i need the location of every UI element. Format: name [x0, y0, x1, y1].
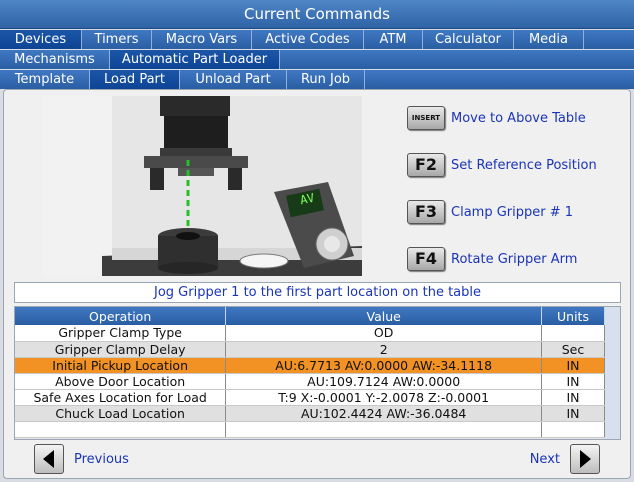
arrow-left-icon[interactable] [34, 444, 64, 474]
table-row[interactable]: Chuck Load Location AU:102.4424 AW:-36.0… [15, 405, 605, 422]
tab-filler [584, 30, 634, 49]
tab-media[interactable]: Media [514, 30, 584, 49]
previous-label[interactable]: Previous [74, 452, 129, 467]
operation-cell [15, 421, 227, 438]
value-cell[interactable]: AU:102.4424 AW:-36.0484 [225, 405, 543, 422]
tab-template[interactable]: Template [0, 70, 90, 89]
operation-cell: Initial Pickup Location [15, 357, 227, 374]
value-cell[interactable]: OD [225, 325, 543, 342]
tab-filler [280, 50, 634, 69]
units-cell: IN [541, 405, 605, 422]
next-button[interactable]: Next [530, 444, 600, 474]
tab-row-part-loader: Template Load Part Unload Part Run Job [0, 70, 634, 89]
tab-macro-vars[interactable]: Macro Vars [152, 30, 252, 49]
value-cell[interactable]: T:9 X:-0.0001 Y:-2.0078 Z:-0.0001 [225, 389, 543, 406]
units-cell: IN [541, 389, 605, 406]
units-cell [541, 421, 605, 438]
operation-cell: Chuck Load Location [15, 405, 227, 422]
table-row[interactable]: Gripper Clamp Delay 2 Sec [15, 341, 605, 358]
table-row[interactable]: Above Door Location AU:109.7124 AW:0.000… [15, 373, 605, 390]
f4-key-button[interactable]: F4 [407, 247, 445, 271]
tab-mechanisms[interactable]: Mechanisms [0, 50, 110, 69]
instruction-text: Jog Gripper 1 to the first part location… [14, 282, 621, 303]
units-cell: IN [541, 357, 605, 374]
table-row-selected[interactable]: Initial Pickup Location AU:6.7713 AV:0.0… [15, 357, 605, 374]
command-label[interactable]: Clamp Gripper # 1 [451, 205, 573, 220]
tab-active-codes[interactable]: Active Codes [252, 30, 364, 49]
units-cell [541, 325, 605, 342]
tab-load-part[interactable]: Load Part [90, 70, 180, 89]
command-label[interactable]: Move to Above Table [451, 111, 586, 126]
command-rotate-gripper-arm[interactable]: F4 Rotate Gripper Arm [407, 247, 577, 271]
column-header-units: Units [541, 307, 605, 325]
column-header-operation: Operation [15, 307, 227, 325]
window-title: Current Commands [0, 0, 634, 29]
command-label[interactable]: Rotate Gripper Arm [451, 252, 577, 267]
tab-row-main: Devices Timers Macro Vars Active Codes A… [0, 30, 634, 49]
units-cell: Sec [541, 341, 605, 358]
command-label[interactable]: Set Reference Position [451, 158, 597, 173]
operation-cell: Safe Axes Location for Load [15, 389, 227, 406]
tab-unload-part[interactable]: Unload Part [180, 70, 287, 89]
table-scrollbar[interactable] [605, 307, 620, 439]
tab-row-devices: Mechanisms Automatic Part Loader [0, 50, 634, 69]
f2-key-button[interactable]: F2 [407, 153, 445, 177]
operation-cell: Above Door Location [15, 373, 227, 390]
insert-key-button[interactable]: INSERT [407, 106, 445, 130]
tab-devices[interactable]: Devices [0, 30, 82, 49]
pendant-display-label: AV [298, 190, 316, 208]
value-cell[interactable] [225, 421, 543, 438]
value-cell[interactable]: 2 [225, 341, 543, 358]
table-row[interactable] [15, 421, 605, 438]
command-clamp-gripper[interactable]: F3 Clamp Gripper # 1 [407, 200, 573, 224]
operation-cell: Gripper Clamp Type [15, 325, 227, 342]
tab-calculator[interactable]: Calculator [423, 30, 514, 49]
tab-atm[interactable]: ATM [364, 30, 423, 49]
value-cell[interactable]: AU:6.7713 AV:0.0000 AW:-34.1118 [225, 357, 543, 374]
arrow-right-icon[interactable] [570, 444, 600, 474]
column-header-value: Value [225, 307, 543, 325]
f3-key-button[interactable]: F3 [407, 200, 445, 224]
command-move-above-table[interactable]: INSERT Move to Above Table [407, 106, 586, 130]
tab-run-job[interactable]: Run Job [287, 70, 365, 89]
next-label[interactable]: Next [530, 452, 560, 467]
previous-button[interactable]: Previous [34, 444, 129, 474]
command-set-reference-position[interactable]: F2 Set Reference Position [407, 153, 597, 177]
gripper-illustration: AV [42, 96, 362, 276]
tab-timers[interactable]: Timers [82, 30, 152, 49]
units-cell: IN [541, 373, 605, 390]
value-cell[interactable]: AU:109.7124 AW:0.0000 [225, 373, 543, 390]
settings-table: Operation Value Units Gripper Clamp Type… [14, 306, 621, 440]
operation-cell: Gripper Clamp Delay [15, 341, 227, 358]
table-row[interactable]: Safe Axes Location for Load T:9 X:-0.000… [15, 389, 605, 406]
tab-automatic-part-loader[interactable]: Automatic Part Loader [110, 50, 280, 69]
load-part-panel: AV INSERT Move to Above Table F2 Set Ref… [3, 89, 631, 479]
tab-filler [365, 70, 634, 89]
table-row[interactable]: Gripper Clamp Type OD [15, 325, 605, 342]
